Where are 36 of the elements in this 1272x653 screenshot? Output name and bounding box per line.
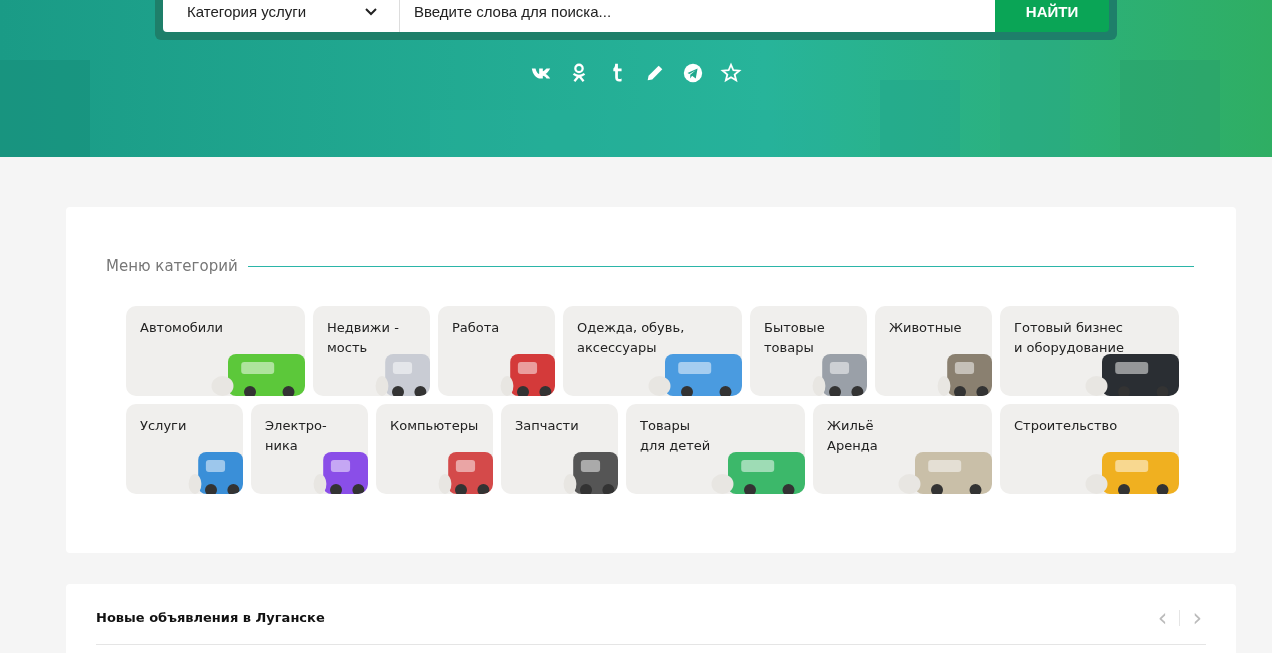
category-label: Компьютеры xyxy=(390,416,479,435)
category-label: Бытовые товары xyxy=(764,318,826,357)
category-label: Товары для детей xyxy=(640,416,712,455)
search-field[interactable]: Введите слова для поиска... xyxy=(400,0,995,32)
category-label: Электро- ника xyxy=(265,416,328,455)
category-tile[interactable]: Строительство xyxy=(1000,403,1179,494)
category-tile[interactable]: Компьютеры xyxy=(376,403,493,494)
category-label: Строительство xyxy=(1014,416,1119,435)
telegram-icon[interactable] xyxy=(682,62,704,84)
category-tile[interactable]: Жильё Аренда xyxy=(813,403,992,494)
category-tile[interactable]: Электро- ника xyxy=(251,403,368,494)
category-label: Животные xyxy=(889,318,963,337)
category-tile[interactable]: Одежда, обувь, аксессуары xyxy=(563,305,742,396)
category-tile[interactable]: Товары для детей xyxy=(626,403,805,494)
category-label: Услуги xyxy=(140,416,188,435)
section-title: Меню категорий xyxy=(106,256,238,277)
category-tile[interactable]: Недвижи - мость xyxy=(313,305,430,396)
category-label: Запчасти xyxy=(515,416,580,435)
select-label: Категория услуги xyxy=(187,1,307,22)
category-label: Одежда, обувь, аксессуары xyxy=(577,318,686,357)
category-tile[interactable]: Готовый бизнес и оборудование xyxy=(1000,305,1179,396)
category-tile[interactable]: Бытовые товары xyxy=(750,305,867,396)
category-select[interactable]: Категория услуги xyxy=(163,0,400,32)
star-icon[interactable] xyxy=(720,62,742,84)
category-tile[interactable]: Услуги xyxy=(126,403,243,494)
category-tile[interactable]: Работа xyxy=(438,305,555,396)
category-label: Жильё Аренда xyxy=(827,416,879,455)
category-tile[interactable]: Запчасти xyxy=(501,403,618,494)
category-label: Автомобили xyxy=(140,318,225,337)
category-tile[interactable]: Животные xyxy=(875,305,992,396)
chevron-down-icon xyxy=(365,8,377,16)
category-tile[interactable]: Автомобили xyxy=(126,305,305,396)
category-label: Работа xyxy=(452,318,501,337)
category-label: Готовый бизнес и оборудование xyxy=(1014,318,1125,357)
category-label: Недвижи - мость xyxy=(327,318,400,357)
section-title: Новые объявления в Луганске xyxy=(96,609,325,628)
